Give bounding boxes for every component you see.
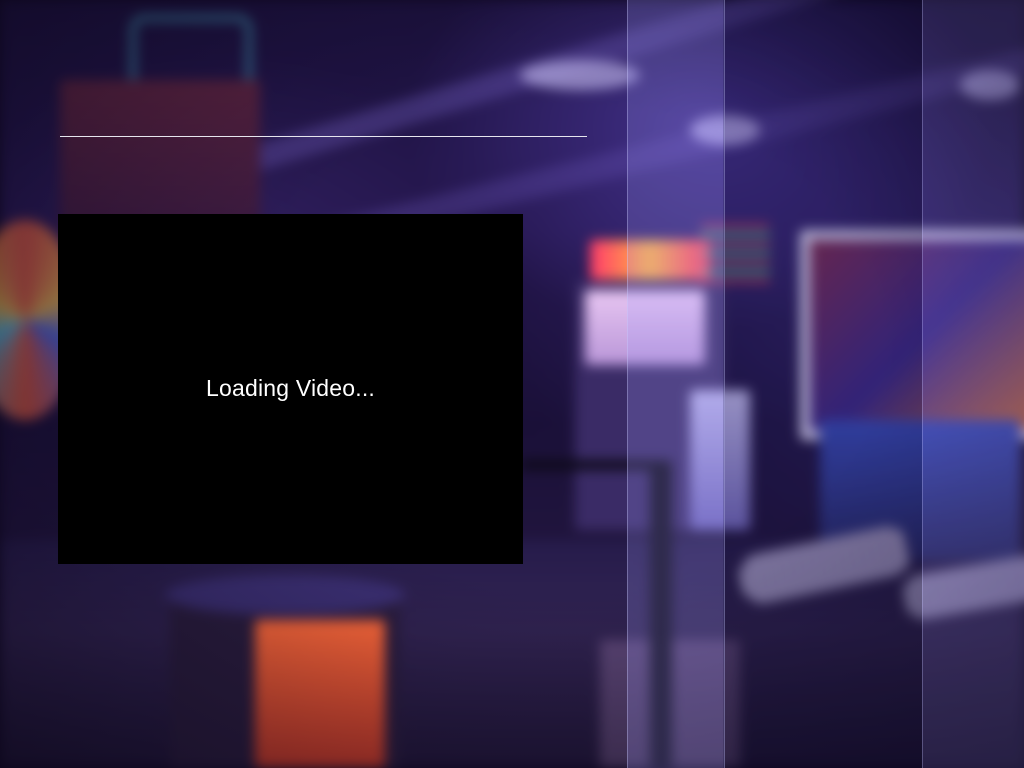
header-divider	[60, 136, 587, 137]
app-window: Loading Video...	[0, 0, 1024, 768]
video-loading-status: Loading Video...	[205, 374, 376, 401]
video-player[interactable]: Loading Video...	[58, 214, 523, 564]
